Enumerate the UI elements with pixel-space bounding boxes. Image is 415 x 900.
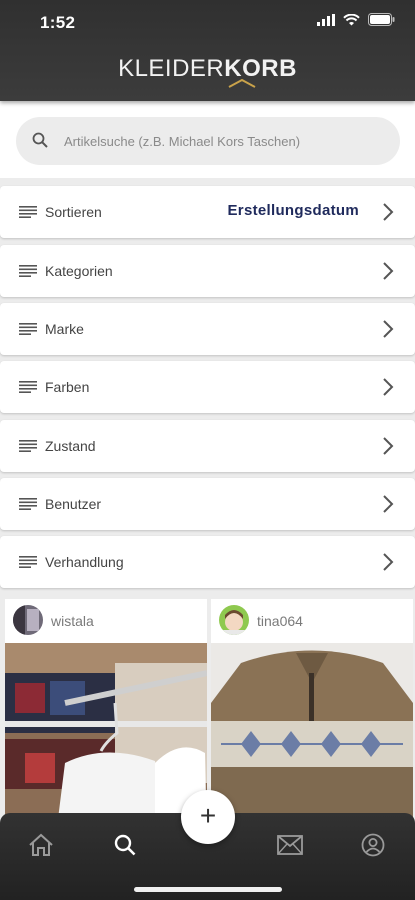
card-user-header[interactable]: wistala: [5, 599, 207, 643]
avatar[interactable]: [13, 605, 43, 635]
filter-label: Benutzer: [45, 496, 102, 512]
search-icon: [32, 132, 48, 148]
chevron-right-icon: [383, 203, 394, 221]
chevron-right-icon: [383, 553, 394, 571]
product-image[interactable]: [211, 643, 413, 829]
chevron-right-icon: [383, 320, 394, 338]
wifi-icon: [343, 13, 360, 25]
filter-row-sort[interactable]: Sortieren Erstellungsdatum: [0, 186, 415, 238]
home-indicator: [134, 887, 282, 892]
username[interactable]: tina064: [257, 613, 303, 629]
avatar-image: [219, 605, 249, 635]
card-user-header[interactable]: tina064: [211, 599, 413, 643]
chevron-right-icon: [383, 262, 394, 280]
list-lines-icon: [19, 381, 37, 393]
hanger-icon: [228, 79, 256, 88]
username[interactable]: wistala: [51, 613, 94, 629]
sort-lines-icon: [19, 206, 37, 218]
list-lines-icon: [19, 440, 37, 452]
product-card[interactable]: wistala: [5, 599, 207, 829]
filter-label: Verhandlung: [45, 554, 124, 570]
avatar[interactable]: [219, 605, 249, 635]
list-lines-icon: [19, 556, 37, 568]
logo-text-light: KLEIDER: [118, 55, 225, 82]
battery-icon: [368, 13, 395, 26]
list-lines-icon: [19, 265, 37, 277]
avatar-image: [13, 605, 43, 635]
filter-row-brand[interactable]: Marke: [0, 303, 415, 355]
search-icon: [114, 834, 136, 856]
filter-row-categories[interactable]: Kategorien: [0, 245, 415, 297]
filter-label: Kategorien: [45, 263, 113, 279]
nav-profile[interactable]: [353, 825, 393, 865]
filter-label: Marke: [45, 321, 84, 337]
chevron-right-icon: [383, 437, 394, 455]
filter-label: Zustand: [45, 438, 96, 454]
search-field[interactable]: [16, 117, 400, 165]
profile-icon: [361, 833, 385, 857]
filter-row-condition[interactable]: Zustand: [0, 420, 415, 472]
nav-messages[interactable]: [270, 825, 310, 865]
app-header: 1:52 KLEIDERKORB: [0, 0, 415, 101]
logo-text-bold: KORB: [224, 55, 297, 82]
search-bar: [0, 101, 415, 178]
chevron-right-icon: [383, 495, 394, 513]
home-icon: [29, 833, 53, 856]
plus-icon: +: [199, 800, 217, 831]
filter-row-negotiation[interactable]: Verhandlung: [0, 536, 415, 588]
add-item-button[interactable]: +: [181, 790, 235, 844]
product-card[interactable]: tina064: [211, 599, 413, 829]
status-time: 1:52: [40, 13, 76, 32]
nav-home[interactable]: [21, 825, 61, 865]
filter-label: Sortieren: [45, 204, 102, 220]
product-image[interactable]: [5, 643, 207, 829]
list-lines-icon: [19, 498, 37, 510]
status-icons: [317, 13, 395, 26]
filter-row-colors[interactable]: Farben: [0, 361, 415, 413]
nav-search[interactable]: [105, 825, 145, 865]
list-lines-icon: [19, 323, 37, 335]
mail-icon: [277, 835, 303, 855]
filter-value: Erstellungsdatum: [227, 202, 359, 219]
screen: 1:52 KLEIDERKORB Artikelsuche (z.B. Mich…: [0, 0, 415, 900]
signal-icon: [317, 13, 335, 26]
product-photo: [5, 643, 207, 829]
filter-row-user[interactable]: Benutzer: [0, 478, 415, 530]
search-input[interactable]: [64, 117, 394, 165]
app-logo: KLEIDERKORB: [0, 55, 415, 83]
filter-label: Farben: [45, 379, 90, 395]
chevron-right-icon: [383, 378, 394, 396]
product-photo: [211, 643, 413, 829]
